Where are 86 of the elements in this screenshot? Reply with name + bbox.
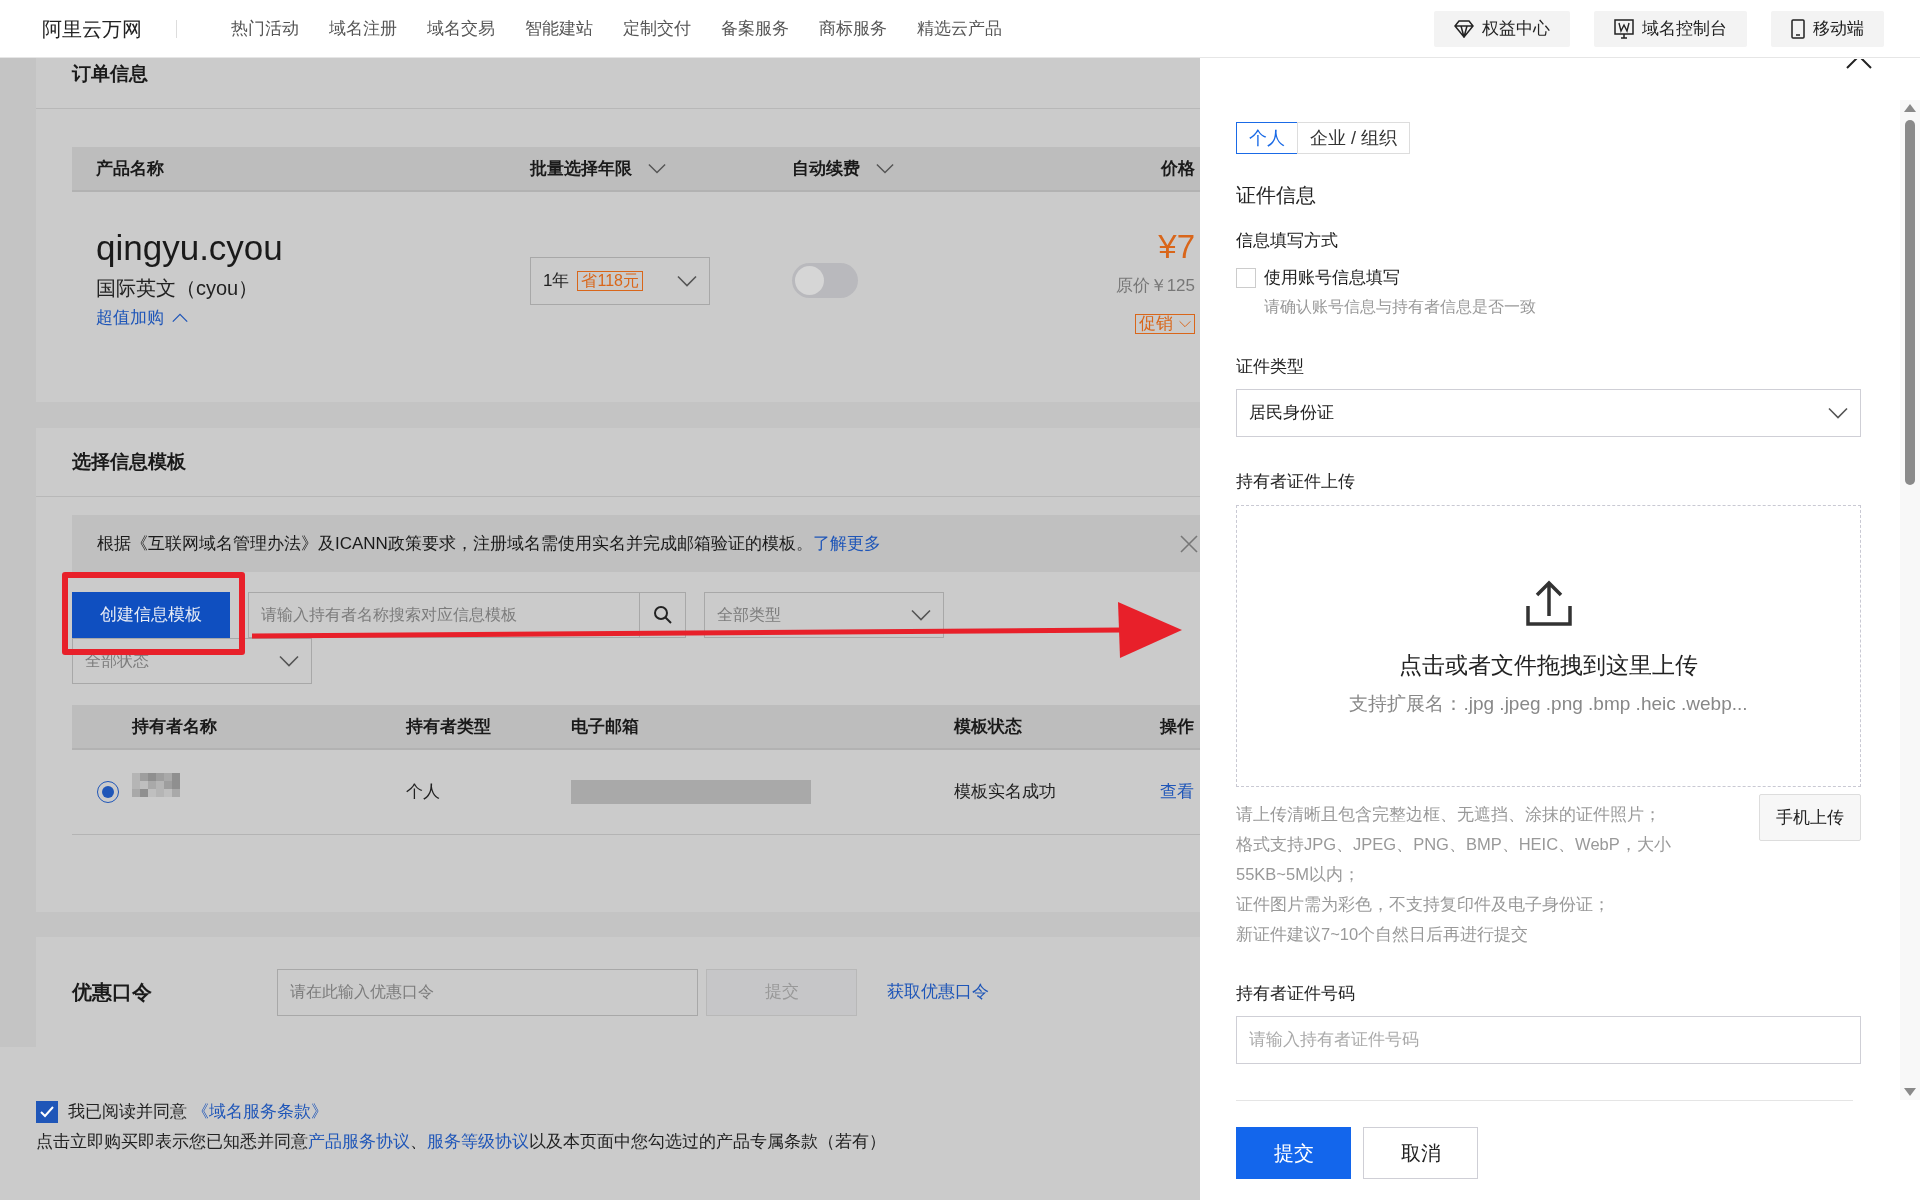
column-header: 持有者类型	[406, 716, 491, 736]
field-label: 证件类型	[1236, 356, 1305, 378]
upload-icon	[1524, 579, 1573, 628]
coupon-field[interactable]: 请在此输入优惠口令	[277, 968, 698, 1016]
original-price: 原价￥125	[1115, 275, 1195, 297]
upload-prompt: 点击或者文件拖拽到这里上传	[1399, 650, 1698, 680]
check-icon	[40, 1106, 54, 1118]
table-cell: 个人	[406, 782, 440, 802]
create-template-button[interactable]: 创建信息模板	[72, 592, 230, 638]
column-header: 自动续费	[792, 157, 860, 180]
upload-rule: 证件图片需为彩色，不支持复印件及电子身份证；	[1236, 894, 1611, 915]
upload-rule: 格式支持JPG、JPEG、PNG、BMP、HEIC、WebP，大小55KB~5M以内；	[1236, 834, 1672, 885]
column-header: 电子邮箱	[571, 716, 639, 736]
column-header: 批量选择年限	[530, 157, 632, 180]
header-button[interactable]: 权益中心	[1434, 10, 1570, 47]
nav-link[interactable]: 定制交付	[623, 15, 691, 42]
type-tab[interactable]: 企业 / 组织	[1297, 122, 1410, 154]
search-box[interactable]: 请输入持有者名称搜索对应信息模板	[248, 592, 686, 638]
section-heading: 证件信息	[1236, 183, 1317, 208]
agreement-link[interactable]: 产品服务协议	[308, 1132, 410, 1151]
agreement-notice: 点击立即购买即表示您已知悉并同意产品服务协议、服务等级协议以及本页面中您勾选过的产品专属条款（若有）	[36, 1131, 887, 1153]
chevron-down-icon	[911, 609, 931, 621]
extensions-text: 支持扩展名：.jpg .jpeg .png .bmp .heic .webp...	[1349, 692, 1748, 716]
upload-area[interactable]: 点击或者文件拖拽到这里上传 支持扩展名：.jpg .jpeg .png .bmp .heic .webp...	[1236, 505, 1861, 787]
scroll-up-icon	[1904, 104, 1916, 112]
coupon-label: 优惠口令	[72, 980, 153, 1005]
addon-link[interactable]: 超值加购	[96, 305, 188, 331]
close-icon[interactable]	[1846, 59, 1872, 69]
scroll-down-icon	[1904, 1088, 1916, 1096]
nav-link[interactable]: 域名注册	[329, 15, 397, 42]
upload-rule: 请上传清晰且包含完整边框、无遮挡、涂抹的证件照片；	[1236, 804, 1662, 825]
column-header: 持有者名称	[132, 716, 217, 736]
nav-link[interactable]: 精选云产品	[917, 15, 1002, 42]
get-coupon-link[interactable]: 获取优惠口令	[887, 979, 989, 1005]
id-type-select[interactable]: 居民身份证	[1236, 389, 1861, 437]
agree-checkbox[interactable]	[36, 1101, 58, 1123]
section-title: 选择信息模板	[36, 428, 1200, 497]
checkbox[interactable]	[1236, 268, 1256, 288]
redacted-name	[132, 773, 180, 797]
header-button[interactable]: 域名控制台	[1594, 10, 1747, 47]
agreement-text: 我已阅读并同意 《域名服务条款》	[68, 1101, 328, 1124]
nav-link[interactable]: 商标服务	[819, 15, 887, 42]
nav-link[interactable]: 热门活动	[231, 15, 299, 42]
checkbox-label: 使用账号信息填写	[1264, 267, 1400, 289]
column-header: 价格	[1161, 157, 1195, 180]
auto-renew-toggle[interactable]	[792, 263, 858, 298]
nav-link[interactable]: 备案服务	[721, 15, 789, 42]
agreement-link[interactable]: 服务等级协议	[427, 1132, 529, 1151]
table-cell: 模板实名成功	[954, 782, 1056, 802]
header-button[interactable]: 移动端	[1771, 10, 1884, 47]
term-select[interactable]: 1年 省118元	[530, 257, 710, 305]
type-tab[interactable]: 个人	[1236, 122, 1298, 154]
hint-text: 请确认账号信息与持有者信息是否一致	[1264, 297, 1537, 317]
diamond-icon	[1454, 19, 1474, 38]
domain-name: qingyu.cyou	[96, 227, 284, 269]
cancel-button[interactable]: 取消	[1363, 1127, 1478, 1179]
chevron-down-icon	[279, 655, 299, 667]
chevron-up-icon	[172, 313, 188, 323]
coupon-input[interactable]: 请在此输入优惠口令	[278, 980, 697, 1004]
field-label: 持有者证件号码	[1236, 983, 1356, 1005]
field-label: 信息填写方式	[1236, 230, 1339, 252]
terms-link[interactable]: 《域名服务条款》	[191, 1102, 328, 1122]
monitor-icon	[1614, 18, 1634, 39]
logo: 阿里云万网	[42, 16, 142, 42]
upload-rule: 新证件建议7~10个自然日后再进行提交	[1236, 924, 1530, 945]
submit-button[interactable]: 提交	[1236, 1127, 1351, 1179]
chevron-down-icon	[1179, 320, 1191, 328]
scrollbar[interactable]	[1900, 100, 1920, 1100]
nav-link[interactable]: 智能建站	[525, 15, 593, 42]
column-header: 模板状态	[954, 716, 1022, 736]
price: ¥7	[1158, 227, 1195, 267]
field-label: 持有者证件上传	[1236, 471, 1356, 493]
nav-link[interactable]: 域名交易	[427, 15, 495, 42]
search-field[interactable]: 请输入持有者名称搜索对应信息模板	[249, 603, 639, 627]
chevron-down-icon	[1828, 407, 1848, 419]
column-header: 产品名称	[96, 157, 164, 180]
notice-text: 根据《互联网域名管理办法》及ICANN政策要求，注册域名需使用实名并完成邮箱验证的模板。了解更多	[97, 532, 881, 555]
domain-type: 国际英文（cyou）	[96, 276, 260, 301]
phone-icon	[1791, 18, 1805, 39]
chevron-down-icon	[677, 275, 697, 287]
view-link[interactable]: 查看	[1160, 782, 1194, 802]
scrollbar-thumb[interactable]	[1905, 120, 1915, 485]
search-icon	[652, 605, 673, 625]
column-header: 操作	[1160, 716, 1194, 736]
learn-more-link[interactable]: 了解更多	[812, 533, 881, 553]
mobile-upload-button[interactable]: 手机上传	[1759, 794, 1861, 841]
